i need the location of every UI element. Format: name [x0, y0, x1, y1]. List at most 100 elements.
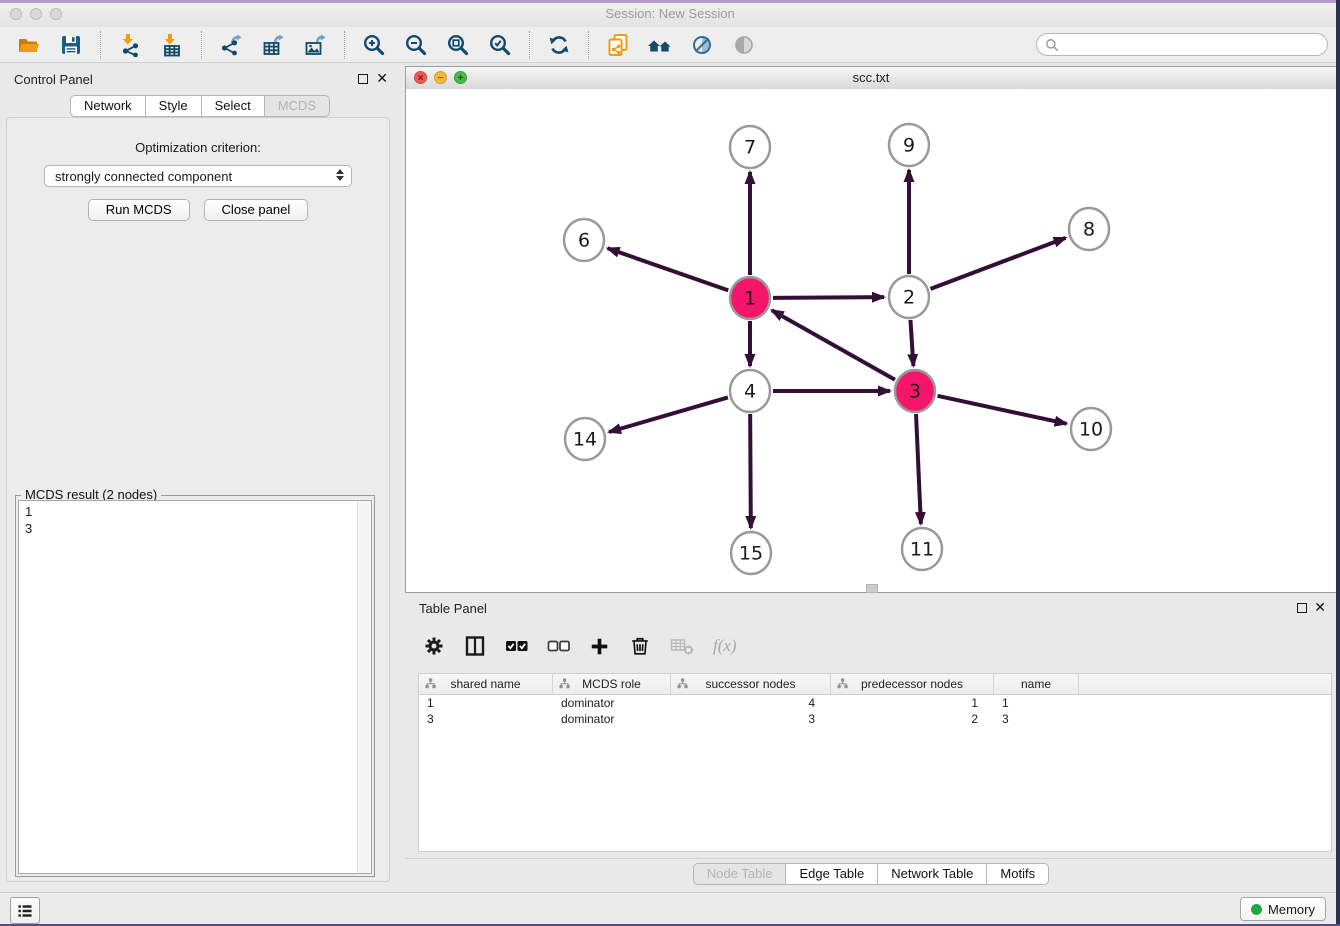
mcds-result-area[interactable]: 1 3	[18, 500, 372, 874]
search-input[interactable]	[1059, 35, 1327, 55]
tab-edge-table[interactable]: Edge Table	[786, 863, 878, 885]
graph-node-11[interactable]: 11	[902, 528, 942, 570]
eye-button-disabled[interactable]	[729, 30, 759, 60]
save-session-button[interactable]	[56, 30, 86, 60]
zoom-fit-button[interactable]	[443, 30, 473, 60]
clone-network-icon	[606, 33, 630, 57]
delete-table-button-disabled[interactable]	[670, 636, 694, 656]
table-row[interactable]: 3dominator323	[419, 711, 1331, 727]
graph-node-9[interactable]: 9	[889, 124, 929, 166]
graph-node-3[interactable]: 3	[895, 370, 935, 412]
table-cell: 1	[831, 695, 994, 711]
import-network-button[interactable]	[115, 30, 145, 60]
export-image-button[interactable]	[300, 30, 330, 60]
graph-edge-4-14[interactable]	[609, 397, 728, 432]
run-mcds-button[interactable]: Run MCDS	[88, 199, 190, 221]
svg-text:11: 11	[910, 539, 934, 561]
column-header-predecessor-nodes[interactable]: predecessor nodes	[831, 674, 994, 694]
tab-network-table[interactable]: Network Table	[878, 863, 987, 885]
graph-edge-3-10[interactable]	[937, 396, 1066, 424]
network-window-titlebar[interactable]: × − + scc.txt	[406, 67, 1336, 90]
graph-node-10[interactable]: 10	[1071, 408, 1111, 450]
tab-node-table[interactable]: Node Table	[693, 863, 787, 885]
memory-label: Memory	[1268, 902, 1315, 917]
optimization-criterion-select[interactable]: strongly connected component	[44, 165, 352, 187]
toolbar-separator	[100, 31, 101, 59]
graph-edge-3-1[interactable]	[772, 310, 895, 379]
open-session-button[interactable]	[14, 30, 44, 60]
export-table-button[interactable]	[258, 30, 288, 60]
open-folder-icon	[17, 33, 41, 57]
float-table-panel-icon[interactable]	[1297, 603, 1307, 613]
memory-button[interactable]: Memory	[1240, 897, 1326, 921]
graphics-details-button[interactable]	[687, 30, 717, 60]
zoom-fit-icon	[446, 33, 470, 57]
graph-node-1[interactable]: 1	[730, 277, 770, 319]
graph-edge-3-11[interactable]	[916, 414, 921, 524]
control-panel-title: Control Panel	[14, 72, 93, 87]
graph-node-4[interactable]: 4	[730, 370, 770, 412]
tab-mcds[interactable]: MCDS	[265, 95, 330, 117]
graph-node-8[interactable]: 8	[1069, 208, 1109, 250]
table-tabs-separator	[405, 858, 1337, 859]
graph-node-6[interactable]: 6	[564, 219, 604, 261]
table-cell: 1	[994, 695, 1079, 711]
tab-style[interactable]: Style	[146, 95, 202, 117]
mcds-tab-content: Optimization criterion: strongly connect…	[6, 117, 390, 882]
svg-text:15: 15	[739, 543, 763, 565]
split-panel-button[interactable]	[464, 635, 486, 657]
export-network-button[interactable]	[216, 30, 246, 60]
select-all-columns-button[interactable]	[505, 639, 528, 653]
tab-network[interactable]: Network	[70, 95, 146, 117]
splitter-grip[interactable]	[866, 584, 878, 593]
import-table-button[interactable]	[157, 30, 187, 60]
column-settings-button[interactable]	[423, 635, 445, 657]
delete-columns-button[interactable]	[629, 635, 651, 657]
graph-node-2[interactable]: 2	[889, 276, 929, 318]
table-row[interactable]: 1dominator411	[419, 695, 1331, 711]
close-table-panel-icon[interactable]: ✕	[1314, 599, 1326, 616]
status-bar: Memory	[0, 892, 1340, 926]
graph-node-15[interactable]: 15	[731, 532, 771, 574]
graph-node-14[interactable]: 14	[565, 418, 605, 460]
float-panel-icon[interactable]	[358, 74, 368, 84]
unselect-all-columns-button[interactable]	[547, 639, 570, 653]
table-cell: 1	[419, 695, 553, 711]
toolbar-separator	[588, 31, 589, 59]
tab-select[interactable]: Select	[202, 95, 265, 117]
birdseye-view-button[interactable]	[645, 30, 675, 60]
clone-network-button[interactable]	[603, 30, 633, 60]
close-panel-button[interactable]: Close panel	[204, 199, 309, 221]
graph-node-7[interactable]: 7	[730, 126, 770, 168]
add-column-button[interactable]	[589, 636, 610, 657]
graph-edge-1-6[interactable]	[608, 248, 729, 290]
network-view-window: × − + scc.txt 7 9 6 8 1 2 4 3 14 10 15 11	[405, 66, 1337, 593]
function-builder-button-disabled[interactable]: f(x)	[713, 636, 737, 656]
column-header-MCDS-role[interactable]: MCDS role	[553, 674, 671, 694]
network-canvas[interactable]: 7 9 6 8 1 2 4 3 14 10 15 11	[406, 89, 1336, 592]
search-box[interactable]	[1036, 33, 1328, 56]
zoom-out-button[interactable]	[401, 30, 431, 60]
column-header-successor-nodes[interactable]: successor nodes	[671, 674, 831, 694]
zoom-in-button[interactable]	[359, 30, 389, 60]
window-edge-top	[0, 0, 1340, 3]
apply-layout-button[interactable]	[544, 30, 574, 60]
graph-edge-2-8[interactable]	[931, 238, 1066, 289]
zoom-in-icon	[362, 33, 386, 57]
svg-text:1: 1	[744, 288, 756, 310]
task-history-button[interactable]	[10, 897, 40, 924]
graph-edge-2-3[interactable]	[910, 320, 913, 366]
network-graph[interactable]: 7 9 6 8 1 2 4 3 14 10 15 11	[406, 89, 1336, 593]
tab-motifs[interactable]: Motifs	[987, 863, 1049, 885]
zoom-out-icon	[404, 33, 428, 57]
column-header-name[interactable]: name	[994, 674, 1079, 694]
close-panel-icon[interactable]: ✕	[376, 70, 388, 87]
column-header-shared-name[interactable]: shared name	[419, 674, 553, 694]
graph-edge-1-2[interactable]	[773, 297, 884, 298]
graph-edge-4-15[interactable]	[750, 414, 751, 528]
zoom-selected-button[interactable]	[485, 30, 515, 60]
result-scrollbar[interactable]	[357, 501, 371, 873]
zoom-selected-icon	[488, 33, 512, 57]
unchecked-boxes-icon	[547, 639, 570, 653]
import-table-icon	[160, 33, 184, 57]
